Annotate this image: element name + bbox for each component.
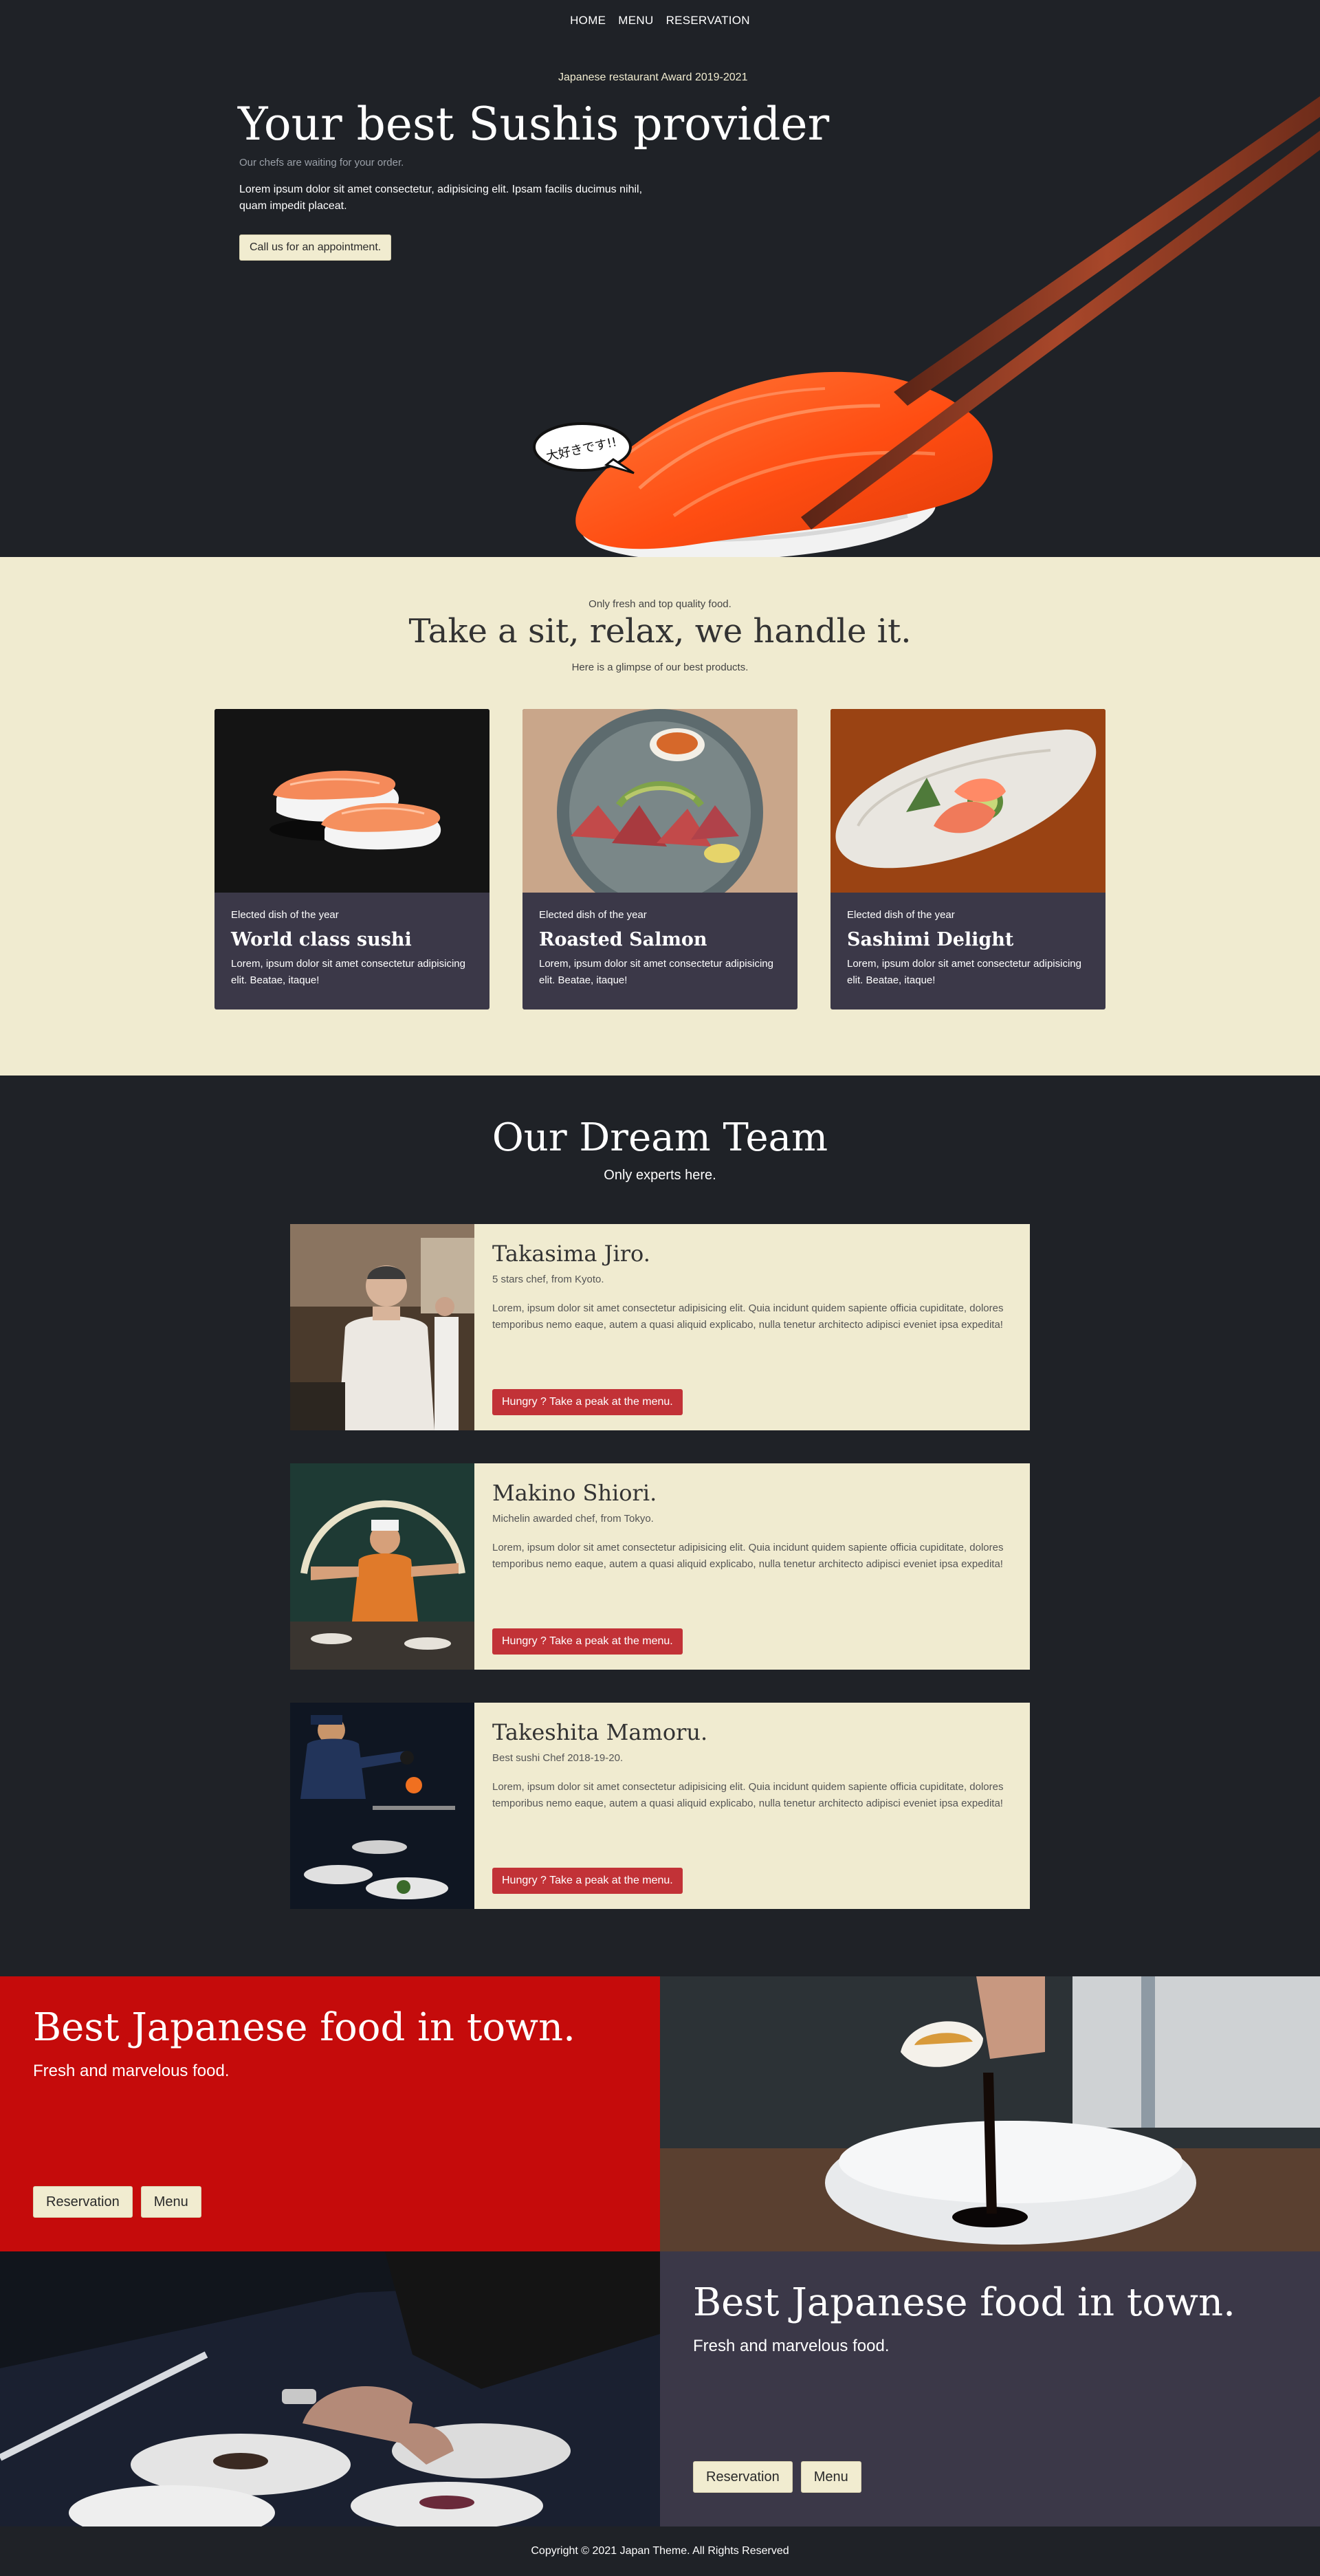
promo-subtitle: Fresh and marvelous food. — [693, 2337, 890, 2355]
member-text: Lorem, ipsum dolor sit amet consectetur … — [492, 1542, 1004, 1570]
team-member-card: Makino Shiori. Michelin awarded chef, fr… — [290, 1463, 1030, 1670]
member-text: Lorem, ipsum dolor sit amet consectetur … — [492, 1781, 1004, 1809]
products-section: Only fresh and top quality food. Take a … — [0, 557, 1320, 1076]
hero-subtitle: Our chefs are waiting for your order. — [239, 157, 404, 168]
promo-photo-plating — [0, 2251, 660, 2526]
hero-text: Lorem ipsum dolor sit amet consectetur, … — [239, 184, 643, 212]
promo-row-1: Best Japanese food in town. Fresh and ma… — [0, 1976, 1320, 2251]
member-role: Michelin awarded chef, from Tokyo. — [492, 1513, 654, 1525]
roasted-salmon-photo — [522, 709, 798, 893]
chopstick-lower — [801, 131, 1320, 530]
promo-panel-red: Best Japanese food in town. Fresh and ma… — [0, 1976, 660, 2251]
salmon-shape — [575, 371, 993, 549]
sushi-photo — [214, 709, 490, 893]
hero-section: 大好きです!! Japanese restaurant Award 2019-2… — [0, 41, 1320, 557]
products-subtitle: Here is a glimpse of our best products. — [571, 662, 749, 673]
card-kicker: Elected dish of the year — [847, 909, 955, 921]
member-text: Lorem, ipsum dolor sit amet consectetur … — [492, 1302, 1004, 1331]
menu-peek-button[interactable]: Hungry ? Take a peak at the menu. — [492, 1628, 683, 1655]
menu-peek-button[interactable]: Hungry ? Take a peak at the menu. — [492, 1868, 683, 1894]
menu-peek-button[interactable]: Hungry ? Take a peak at the menu. — [492, 1389, 683, 1415]
card-kicker: Elected dish of the year — [231, 909, 339, 921]
appointment-button[interactable]: Call us for an appointment. — [239, 234, 392, 261]
card-text: Lorem, ipsum dolor sit amet consectetur … — [231, 958, 465, 986]
hero-title: Your best Sushis provider — [238, 98, 830, 151]
product-card-sushi[interactable]: Elected dish of the year World class sus… — [214, 709, 490, 1009]
promo-buttons: Reservation Menu — [693, 2461, 861, 2493]
member-name: Takeshita Mamoru. — [492, 1719, 708, 1745]
reservation-button[interactable]: Reservation — [33, 2186, 133, 2218]
card-title: Roasted Salmon — [539, 929, 707, 950]
team-member-card: Takeshita Mamoru. Best sushi Chef 2018-1… — [290, 1703, 1030, 1909]
team-subtitle: Only experts here. — [604, 1168, 716, 1183]
team-title: Our Dream Team — [492, 1115, 828, 1160]
menu-button[interactable]: Menu — [140, 2186, 201, 2218]
member-name: Makino Shiori. — [492, 1480, 657, 1506]
hero-award: Japanese restaurant Award 2019-2021 — [558, 72, 748, 83]
promo-photo-soy-sauce — [660, 1976, 1320, 2251]
footer: Copyright © 2021 Japan Theme. All Rights… — [0, 2526, 1320, 2576]
card-title: Sashimi Delight — [847, 929, 1014, 950]
nav-menu-link[interactable]: MENU — [618, 14, 653, 28]
products-title: Take a sit, relax, we handle it. — [408, 612, 912, 651]
sashimi-photo — [830, 709, 1106, 893]
promo-subtitle: Fresh and marvelous food. — [33, 2062, 230, 2080]
nav-reservation-link[interactable]: RESERVATION — [666, 14, 750, 28]
card-text: Lorem, ipsum dolor sit amet consectetur … — [539, 958, 773, 986]
promo-buttons: Reservation Menu — [33, 2186, 201, 2218]
member-role: 5 stars chef, from Kyoto. — [492, 1274, 604, 1285]
top-nav: HOME MENU RESERVATION — [0, 0, 1320, 41]
chef-mamoru-photo — [290, 1703, 474, 1909]
chopstick-upper — [894, 96, 1320, 406]
reservation-button[interactable]: Reservation — [693, 2461, 793, 2493]
copyright-text: Copyright © 2021 Japan Theme. All Rights… — [531, 2545, 789, 2557]
promo-title: Best Japanese food in town. — [33, 2005, 575, 2050]
chef-jiro-photo — [290, 1224, 474, 1430]
card-title: World class sushi — [231, 929, 412, 950]
promo-row-2: Best Japanese food in town. Fresh and ma… — [0, 2251, 1320, 2526]
soy-sauce-photo — [660, 1976, 1320, 2251]
products-kicker: Only fresh and top quality food. — [588, 598, 732, 610]
product-cards: Elected dish of the year World class sus… — [214, 709, 1106, 1009]
promo-title: Best Japanese food in town. — [693, 2280, 1235, 2325]
promo-panel-dark: Best Japanese food in town. Fresh and ma… — [660, 2251, 1320, 2526]
team-section: Our Dream Team Only experts here. Takasi… — [0, 1076, 1320, 1976]
nav-home-link[interactable]: HOME — [570, 14, 606, 28]
chef-shiori-photo — [290, 1463, 474, 1670]
team-member-card: Takasima Jiro. 5 stars chef, from Kyoto.… — [290, 1224, 1030, 1430]
menu-button[interactable]: Menu — [800, 2461, 861, 2493]
card-kicker: Elected dish of the year — [539, 909, 647, 921]
product-card-salmon[interactable]: Elected dish of the year Roasted Salmon … — [522, 709, 798, 1009]
product-card-sashimi[interactable]: Elected dish of the year Sashimi Delight… — [830, 709, 1106, 1009]
plating-photo — [0, 2251, 660, 2526]
member-role: Best sushi Chef 2018-19-20. — [492, 1752, 624, 1764]
member-name: Takasima Jiro. — [492, 1241, 650, 1267]
card-text: Lorem, ipsum dolor sit amet consectetur … — [847, 958, 1081, 986]
